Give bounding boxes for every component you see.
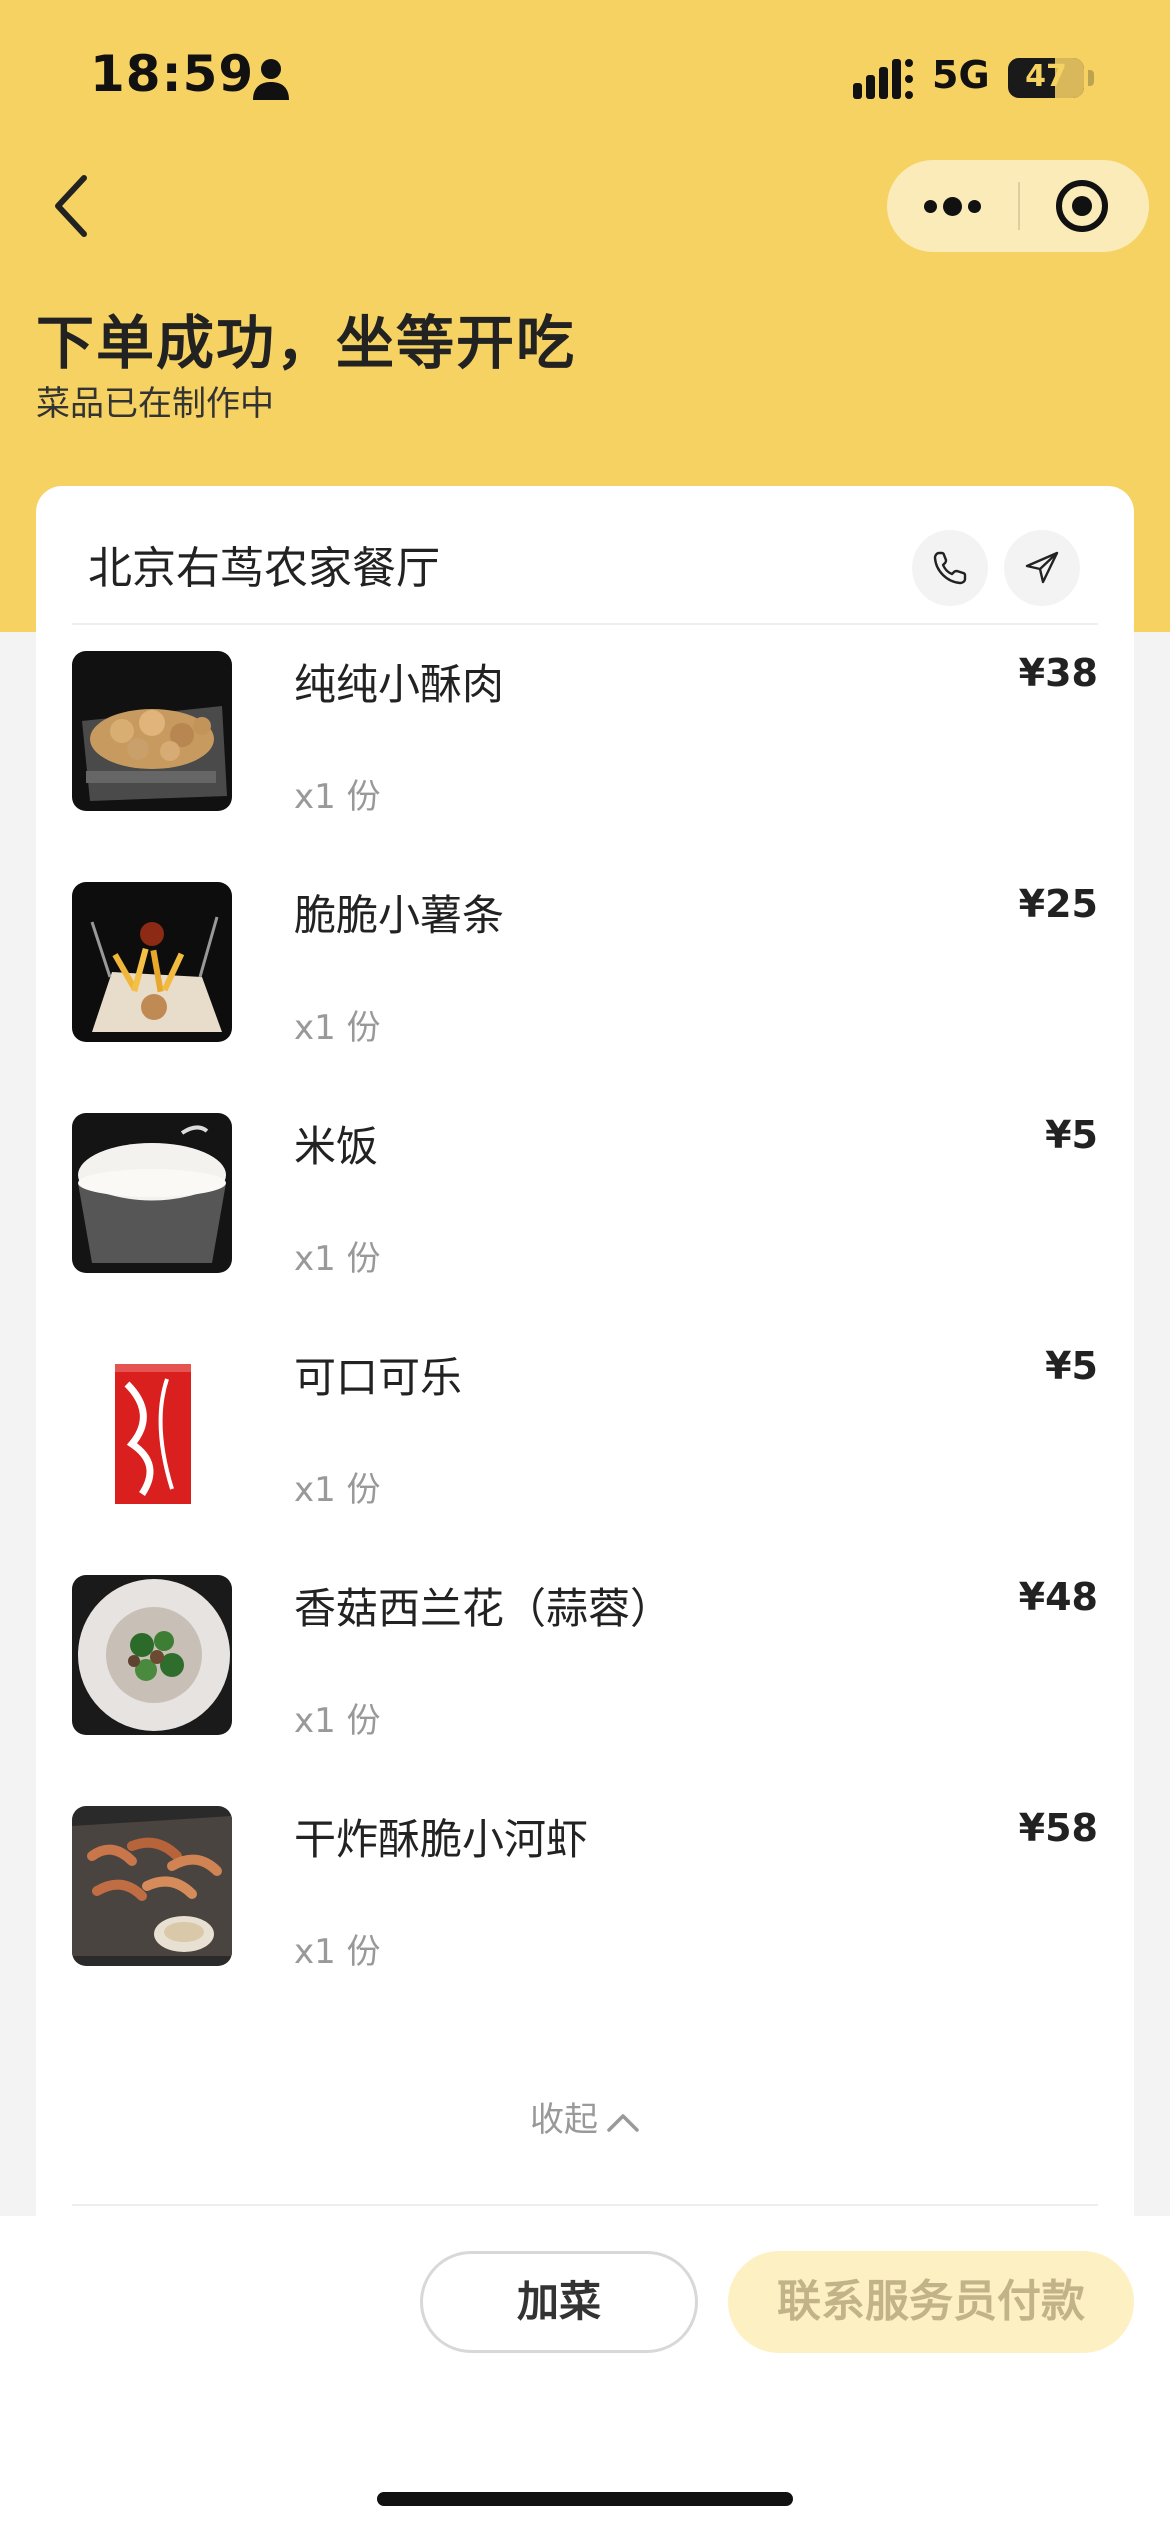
dish-quantity: x1 份 (294, 1701, 381, 1741)
restaurant-name: 北京右茑农家餐厅 (88, 543, 440, 594)
dish-price: ¥58 (1018, 1806, 1098, 1850)
page-title: 下单成功，坐等开吃 (36, 309, 577, 377)
mini-program-capsule (887, 160, 1149, 252)
dish-price: ¥5 (1045, 1344, 1098, 1388)
dish-name: 脆脆小薯条 (294, 891, 505, 940)
dish-quantity: x1 份 (294, 777, 381, 817)
list-item[interactable]: 米饭 x1 份 ¥5 (72, 1113, 1098, 1279)
navigation-icon[interactable] (1004, 530, 1080, 606)
bottom-action-bar: 加菜 联系服务员付款 (0, 2216, 1170, 2532)
dish-name: 纯纯小酥肉 (294, 660, 505, 709)
list-item[interactable]: 香菇西兰花（蒜蓉） x1 份 ¥48 (72, 1575, 1098, 1741)
target-icon[interactable] (1018, 160, 1149, 252)
battery-icon: 47 (1008, 58, 1084, 98)
dish-name: 干炸酥脆小河虾 (294, 1815, 589, 1864)
dish-price: ¥38 (1018, 651, 1098, 695)
dish-quantity: x1 份 (294, 1470, 381, 1510)
dish-name: 香菇西兰花（蒜蓉） (294, 1584, 673, 1633)
dish-image (72, 882, 232, 1042)
dish-name: 米饭 (294, 1122, 379, 1171)
chevron-left-icon[interactable] (44, 170, 104, 242)
network-type: 5G (932, 53, 990, 97)
divider (72, 623, 1098, 625)
dish-name: 可口可乐 (294, 1353, 463, 1402)
dish-image (72, 1575, 232, 1735)
list-item[interactable]: 纯纯小酥肉 x1 份 ¥38 (72, 651, 1098, 817)
dish-quantity: x1 份 (294, 1932, 381, 1972)
dish-image (72, 651, 232, 811)
page-subtitle: 菜品已在制作中 (36, 384, 274, 424)
order-card: 北京右茑农家餐厅 纯纯小酥肉 x1 份 ¥38 脆脆小薯条 x1 份 ¥25 米… (36, 486, 1134, 2226)
dish-image (72, 1113, 232, 1273)
list-item[interactable]: 可口可乐 x1 份 ¥5 (72, 1344, 1098, 1510)
phone-icon[interactable] (912, 530, 988, 606)
dish-quantity: x1 份 (294, 1008, 381, 1048)
list-item[interactable]: 干炸酥脆小河虾 x1 份 ¥58 (72, 1806, 1098, 1972)
dish-price: ¥5 (1045, 1113, 1098, 1157)
dish-price: ¥48 (1018, 1575, 1098, 1619)
collapse-toggle[interactable]: 收起 (36, 2092, 1134, 2152)
divider (72, 2204, 1098, 2206)
chevron-up-icon (607, 2113, 639, 2132)
signal-icon (853, 59, 913, 99)
list-item[interactable]: 脆脆小薯条 x1 份 ¥25 (72, 882, 1098, 1048)
battery-level: 47 (1025, 59, 1067, 94)
more-dots-icon[interactable] (887, 160, 1018, 252)
dish-price: ¥25 (1018, 882, 1098, 926)
pay-button[interactable]: 联系服务员付款 (728, 2251, 1134, 2353)
collapse-label: 收起 (530, 2100, 598, 2140)
dish-quantity: x1 份 (294, 1239, 381, 1279)
status-time: 18:59 (90, 45, 255, 103)
dish-image (72, 1806, 232, 1966)
home-indicator (377, 2492, 793, 2506)
status-bar: 18:59 5G 47 (0, 0, 1170, 150)
person-icon (253, 59, 289, 100)
dish-image (72, 1344, 232, 1504)
add-dish-button[interactable]: 加菜 (420, 2251, 698, 2353)
